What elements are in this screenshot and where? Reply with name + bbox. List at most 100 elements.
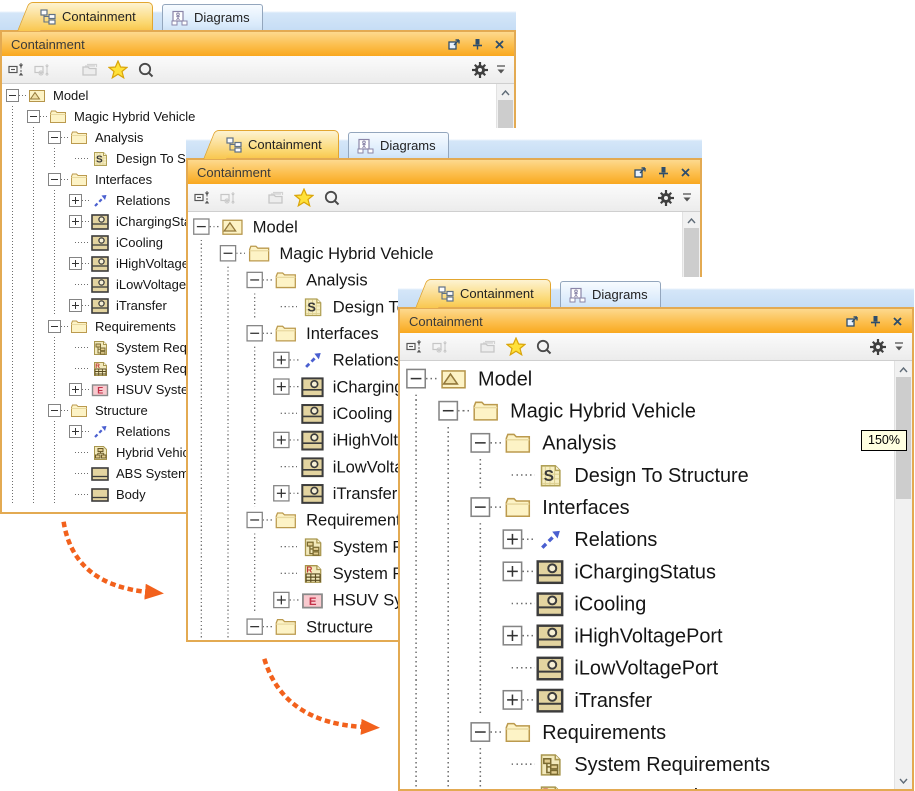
favorites-star-icon[interactable] [108,60,128,79]
expand-plus-icon[interactable] [273,378,290,395]
collapse-selected-icon[interactable] [220,190,237,206]
pin-icon[interactable] [472,38,483,50]
tree-row[interactable]: RSystem Requirements [406,780,912,789]
open-in-new-tree-icon[interactable] [81,62,99,78]
collapse-minus-icon[interactable] [220,245,237,262]
expand-plus-icon[interactable] [69,257,82,270]
tree-indent-guide [193,400,220,427]
collapse-minus-icon[interactable] [48,173,61,186]
float-window-icon[interactable] [634,166,647,178]
collapse-minus-icon[interactable] [27,110,40,123]
collapse-all-icon[interactable] [406,339,423,355]
tree-row[interactable]: Magic Hybrid Vehicle [193,240,700,267]
tree-row[interactable]: Model [406,363,912,395]
collapse-minus-icon[interactable] [6,89,19,102]
tab-containment[interactable]: Containment [432,279,551,307]
settings-gear-icon[interactable] [471,61,489,79]
tree-row[interactable]: Magic Hybrid Vehicle [406,395,912,427]
collapse-minus-icon[interactable] [48,320,61,333]
open-in-new-tree-icon[interactable] [267,190,285,206]
tree-row[interactable]: Magic Hybrid Vehicle [6,106,506,127]
collapse-all-icon[interactable] [8,62,25,78]
filter-caret-icon[interactable] [682,192,692,204]
settings-gear-icon[interactable] [869,338,887,356]
tree-row[interactable]: Model [193,213,700,240]
pin-icon[interactable] [658,166,669,178]
collapse-minus-icon[interactable] [246,272,263,289]
expand-plus-icon[interactable] [69,299,82,312]
pin-icon[interactable] [870,315,881,327]
expand-plus-icon[interactable] [503,690,523,710]
vertical-scrollbar[interactable] [894,361,912,789]
tree-row[interactable]: SDesign To Structure [406,459,912,491]
expand-plus-icon[interactable] [273,432,290,449]
tree-connector [490,506,502,508]
tree-connector [290,386,300,387]
settings-gear-icon[interactable] [657,189,675,207]
collapse-selected-icon[interactable] [432,339,449,355]
favorites-star-icon[interactable] [506,337,526,356]
expand-plus-icon[interactable] [273,485,290,502]
tree-row[interactable]: iChargingStatus [406,555,912,587]
search-icon[interactable] [323,189,341,207]
relations-icon [90,424,110,440]
expander-cell [48,316,69,337]
tree-row[interactable]: iHighVoltagePort [406,620,912,652]
collapse-minus-icon[interactable] [48,404,61,417]
close-icon[interactable] [892,316,903,327]
filter-caret-icon[interactable] [894,341,904,353]
tab-containment[interactable]: Containment [220,130,339,158]
collapse-selected-icon[interactable] [34,62,51,78]
collapse-minus-icon[interactable] [193,218,210,235]
tree-row[interactable]: iTransfer [406,684,912,716]
scroll-up-icon[interactable] [895,362,912,377]
tab-diagrams[interactable]: Diagrams [560,281,661,307]
close-icon[interactable] [494,39,505,50]
collapse-minus-icon[interactable] [438,401,458,421]
tree-row[interactable]: Requirements [406,716,912,748]
tree-row[interactable]: System Requirements [406,748,912,780]
expander-cell [69,484,90,505]
tree-indent-guide [48,274,69,295]
open-in-new-tree-icon[interactable] [479,339,497,355]
search-icon[interactable] [137,61,155,79]
scroll-down-icon[interactable] [895,773,912,788]
expand-plus-icon[interactable] [69,425,82,438]
expand-plus-icon[interactable] [273,352,290,369]
collapse-minus-icon[interactable] [48,131,61,144]
search-icon[interactable] [535,338,553,356]
collapse-minus-icon[interactable] [470,722,490,742]
collapse-minus-icon[interactable] [470,497,490,517]
tree-row[interactable]: iLowVoltagePort [406,652,912,684]
collapse-minus-icon[interactable] [246,325,263,342]
expand-plus-icon[interactable] [69,383,82,396]
tree-indent-guide [406,684,438,716]
collapse-minus-icon[interactable] [470,433,490,453]
favorites-star-icon[interactable] [294,188,314,207]
scroll-up-icon[interactable] [683,213,700,228]
expand-plus-icon[interactable] [273,592,290,609]
float-window-icon[interactable] [448,38,461,50]
collapse-minus-icon[interactable] [246,618,263,635]
filter-caret-icon[interactable] [496,64,506,76]
tree-row[interactable]: Model [6,85,506,106]
tab-diagrams[interactable]: Diagrams [162,4,263,30]
close-icon[interactable] [680,167,691,178]
expand-plus-icon[interactable] [69,215,82,228]
float-window-icon[interactable] [846,315,859,327]
collapse-minus-icon[interactable] [246,512,263,529]
expander-cell [503,780,535,789]
expand-plus-icon[interactable] [503,626,523,646]
tab-containment[interactable]: Containment [34,2,153,30]
tab-diagrams[interactable]: Diagrams [348,132,449,158]
collapse-all-icon[interactable] [194,190,211,206]
expand-plus-icon[interactable] [69,194,82,207]
tree-row[interactable]: iCooling [406,587,912,619]
tree-row[interactable]: Analysis [406,427,912,459]
expand-plus-icon[interactable] [503,529,523,549]
collapse-minus-icon[interactable] [406,369,426,389]
expand-plus-icon[interactable] [503,561,523,581]
tree-row[interactable]: Interfaces [406,491,912,523]
tree-row[interactable]: Relations [406,523,912,555]
scroll-up-icon[interactable] [497,85,514,100]
